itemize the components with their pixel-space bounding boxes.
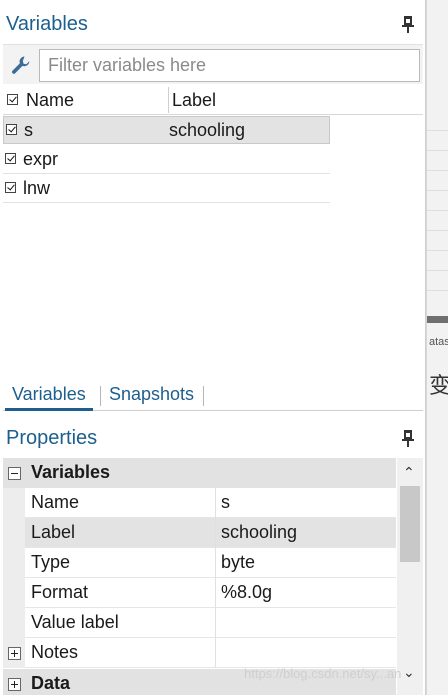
group-variables-label: Variables [31, 462, 111, 482]
select-all-checkbox[interactable] [7, 94, 18, 105]
column-divider[interactable] [168, 87, 169, 113]
variable-name: lnw [23, 178, 51, 198]
variables-panel-title: Variables [6, 13, 88, 35]
property-key: Type [31, 552, 71, 572]
property-row-name[interactable]: Name s [25, 488, 396, 518]
properties-grid: Variables Name s Label schooling Type by… [3, 458, 423, 695]
filter-bar [3, 44, 423, 84]
variables-list-header: Name Label [3, 85, 423, 115]
wrench-icon[interactable] [10, 54, 32, 76]
variable-checkbox[interactable] [6, 124, 17, 135]
watermark: https://blog.csdn.net/sy...an [244, 666, 402, 681]
column-header-label[interactable]: Label [172, 90, 216, 111]
background-cjk-char: 变 [429, 373, 448, 398]
scroll-up-icon[interactable]: ⌃ [403, 464, 415, 481]
property-value[interactable]: s [221, 492, 230, 513]
column-header-name[interactable]: Name [26, 90, 74, 111]
property-value[interactable]: byte [221, 552, 255, 573]
scroll-down-icon[interactable]: ⌄ [403, 664, 415, 681]
variable-row[interactable]: expr [3, 146, 330, 174]
property-value[interactable]: schooling [221, 522, 297, 543]
properties-gutter [3, 488, 25, 668]
property-row-label[interactable]: Label schooling [25, 518, 396, 548]
property-key: Label [31, 522, 76, 542]
property-row-type[interactable]: Type byte [25, 548, 396, 578]
group-variables[interactable]: Variables [3, 458, 396, 488]
property-value[interactable]: %8.0g [221, 582, 272, 603]
property-key: Notes [31, 642, 79, 662]
pin-icon[interactable] [402, 16, 414, 34]
background-window: atas 变 [426, 0, 448, 695]
stata-app: atas 变 Variables Name Label s schooling [0, 0, 448, 695]
tab-variables[interactable]: Variables [5, 380, 93, 411]
variable-checkbox[interactable] [5, 182, 16, 193]
pin-icon[interactable] [402, 430, 414, 448]
variable-name: expr [23, 149, 59, 169]
filter-variables-input[interactable] [39, 49, 420, 82]
property-row-format[interactable]: Format %8.0g [25, 578, 396, 608]
tab-divider [203, 386, 204, 406]
variable-label: schooling [169, 120, 246, 140]
panel-tabs: Variables Snapshots [3, 380, 423, 411]
property-row-value-label[interactable]: Value label [25, 608, 396, 638]
properties-scrollbar[interactable]: ⌃ ⌄ [397, 458, 423, 695]
property-key: Format [31, 582, 89, 602]
expand-plus-icon[interactable] [8, 678, 21, 691]
property-key: Value label [31, 612, 119, 632]
tab-snapshots[interactable]: Snapshots [102, 380, 201, 411]
background-fragment: atas [429, 336, 448, 348]
expand-minus-icon[interactable] [8, 467, 21, 480]
variable-row[interactable]: lnw [3, 175, 330, 203]
variable-checkbox[interactable] [5, 153, 16, 164]
variables-properties-panel: Variables Name Label s schooling expr [0, 0, 426, 695]
scroll-thumb[interactable] [400, 486, 420, 562]
group-data-label: Data [31, 673, 71, 693]
property-key: Name [31, 492, 80, 512]
variable-name: s [24, 120, 33, 140]
properties-panel-title: Properties [6, 427, 98, 449]
property-row-notes[interactable]: Notes [25, 638, 396, 668]
expand-plus-icon[interactable] [8, 647, 21, 660]
variable-row[interactable]: s schooling [3, 116, 330, 144]
tab-divider [100, 386, 101, 406]
